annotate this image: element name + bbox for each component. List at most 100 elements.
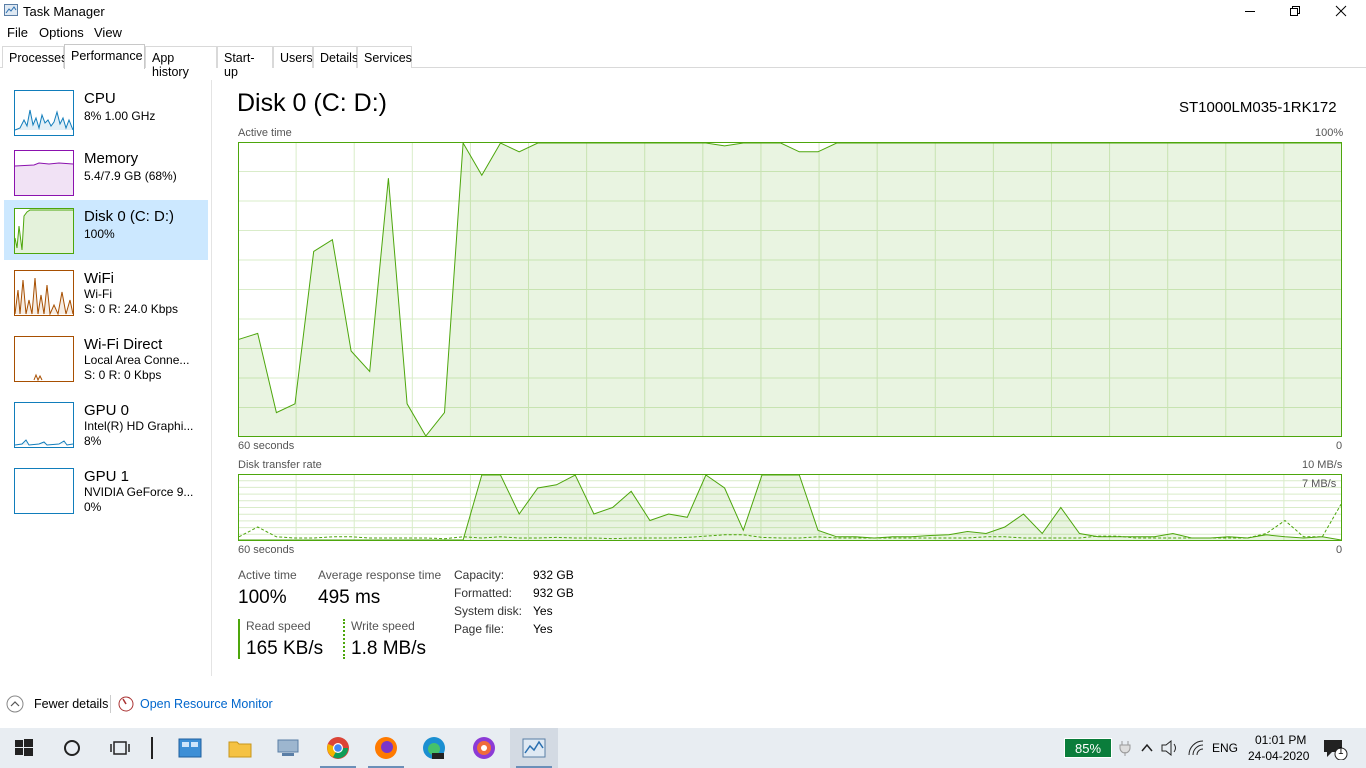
active-time-ymax-label: 100% <box>1315 127 1344 139</box>
close-icon <box>1335 5 1347 17</box>
transfer-rate-x-right-label: 0 <box>1336 544 1343 556</box>
page-file-label: Page file: <box>454 622 505 636</box>
formatted-value: 932 GB <box>533 586 574 600</box>
sidebar-item-gpu-1[interactable]: GPU 1 NVIDIA GeForce 9... 0% <box>4 460 208 520</box>
window-title: Task Manager <box>23 4 105 19</box>
tab-performance[interactable]: Performance <box>64 44 145 69</box>
system-disk-label: System disk: <box>454 604 523 618</box>
taskbar-app-firefox[interactable] <box>362 728 410 768</box>
write-speed-label: Write speed <box>351 619 415 633</box>
close-button[interactable] <box>1318 0 1364 22</box>
read-speed-label: Read speed <box>246 619 311 633</box>
sidebar-item-detail: Intel(R) HD Graphi... <box>84 419 194 433</box>
resource-monitor-icon <box>118 696 134 712</box>
task-manager-icon <box>4 4 18 16</box>
taskbar-app-file-explorer[interactable] <box>216 728 264 768</box>
sidebar-item-label: Memory <box>84 150 139 167</box>
wifi-thumbnail-graph <box>14 270 74 316</box>
network-drive-icon <box>277 739 299 756</box>
sidebar-item-usage: 0% <box>84 500 102 514</box>
battery-indicator[interactable]: 85% <box>1064 738 1112 758</box>
disk-thumbnail-graph <box>14 208 74 254</box>
clock-time[interactable]: 01:01 PM <box>1255 733 1306 747</box>
tab-startup[interactable]: Start-up <box>217 46 273 79</box>
tab-app-history[interactable]: App history <box>145 46 217 79</box>
task-view-icon <box>110 741 130 755</box>
fewer-details-label: Fewer details <box>34 697 109 711</box>
tab-services[interactable]: Services <box>357 46 412 68</box>
disk-model: ST1000LM035-1RK172 <box>1179 99 1337 116</box>
sidebar-item-usage: 8% <box>84 434 102 448</box>
tab-processes[interactable]: Processes <box>2 46 67 68</box>
volume-icon[interactable] <box>1160 739 1180 757</box>
transfer-rate-secondary-label: 7 MB/s <box>1302 478 1337 490</box>
restore-button[interactable] <box>1272 0 1318 22</box>
active-time-label: Active time <box>238 568 297 582</box>
menu-options[interactable]: Options <box>39 25 84 40</box>
taskbar-app-chrome[interactable] <box>314 728 362 768</box>
gpu0-thumbnail-graph <box>14 402 74 448</box>
sidebar-item-disk-0[interactable]: Disk 0 (C: D:) 100% <box>4 200 208 260</box>
open-resource-monitor-link[interactable]: Open Resource Monitor <box>118 694 273 714</box>
chevron-up-icon[interactable] <box>1140 741 1154 755</box>
active-time-value: 100% <box>238 587 287 608</box>
taskbar-app-edge-dev[interactable] <box>410 728 458 768</box>
wifi-icon[interactable] <box>1187 739 1205 757</box>
title-bar: Task Manager <box>0 0 1366 22</box>
minimize-icon <box>1245 11 1255 12</box>
sidebar-item-wifi-direct[interactable]: Wi-Fi Direct Local Area Conne... S: 0 R:… <box>4 328 208 388</box>
sidebar-item-label: Wi-Fi Direct <box>84 336 163 353</box>
sidebar-item-detail: 100% <box>84 227 115 241</box>
sidebar-item-detail: NVIDIA GeForce 9... <box>84 485 194 499</box>
clock-date[interactable]: 24-04-2020 <box>1248 749 1309 763</box>
minimize-button[interactable] <box>1227 0 1273 22</box>
sidebar-item-label: WiFi <box>84 270 114 287</box>
footer-divider <box>110 695 111 713</box>
sidebar-item-detail: Wi-Fi <box>84 287 112 301</box>
plug-icon[interactable] <box>1118 740 1132 756</box>
transfer-rate-chart-title: Disk transfer rate <box>238 459 322 471</box>
sidebar-item-memory[interactable]: Memory 5.4/7.9 GB (68%) <box>4 142 208 202</box>
sidebar-item-label: GPU 1 <box>84 468 130 485</box>
chrome-icon <box>327 737 349 759</box>
start-button[interactable] <box>0 728 48 768</box>
sidebar-item-cpu[interactable]: CPU 8% 1.00 GHz <box>4 82 208 142</box>
formatted-label: Formatted: <box>454 586 513 600</box>
input-language[interactable]: ENG <box>1212 741 1238 755</box>
tab-details[interactable]: Details <box>313 46 358 68</box>
active-time-x-left-label: 60 seconds <box>238 440 295 452</box>
sidebar-item-detail: Local Area Conne... <box>84 353 190 367</box>
transfer-rate-x-left-label: 60 seconds <box>238 544 295 556</box>
open-resource-monitor-label: Open Resource Monitor <box>140 697 273 711</box>
cortana-circle-icon <box>64 740 80 756</box>
transfer-rate-ymax-label: 10 MB/s <box>1302 459 1343 471</box>
taskbar-app-network[interactable] <box>264 728 312 768</box>
taskbar-app-browser[interactable] <box>460 728 508 768</box>
notifications-icon[interactable] <box>1322 738 1348 760</box>
memory-thumbnail-graph <box>14 150 74 196</box>
sidebar-item-label: Disk 0 (C: D:) <box>84 208 174 225</box>
write-speed-marker <box>343 619 345 659</box>
task-manager-icon <box>522 738 546 758</box>
sidebar-item-detail: 5.4/7.9 GB (68%) <box>84 169 177 183</box>
taskbar-app-control-panel[interactable] <box>166 728 214 768</box>
avg-response-value: 495 ms <box>318 587 381 608</box>
taskbar-app-task-manager[interactable] <box>510 728 558 768</box>
menu-view[interactable]: View <box>94 25 122 40</box>
transfer-rate-chart <box>238 474 1342 541</box>
sidebar-item-wifi[interactable]: WiFi Wi-Fi S: 0 R: 24.0 Kbps <box>4 262 208 322</box>
search-button[interactable] <box>48 728 96 768</box>
tab-users[interactable]: Users <box>273 46 313 68</box>
control-panel-icon <box>178 738 202 758</box>
sidebar-item-gpu-0[interactable]: GPU 0 Intel(R) HD Graphi... 8% <box>4 394 208 454</box>
sidebar-item-label: CPU <box>84 90 116 107</box>
page-title: Disk 0 (C: D:) <box>237 89 387 117</box>
notification-count: 1 <box>1338 746 1344 757</box>
menu-file[interactable]: File <box>7 25 28 40</box>
write-speed-value: 1.8 MB/s <box>351 638 426 659</box>
avg-response-label: Average response time <box>318 568 442 582</box>
fewer-details-button[interactable]: Fewer details <box>6 694 108 714</box>
sidebar-item-label: GPU 0 <box>84 402 130 419</box>
windows-logo-icon <box>15 739 33 756</box>
taskbar: 85% ENG 01:01 PM 24-04-2020 1 <box>0 728 1366 768</box>
